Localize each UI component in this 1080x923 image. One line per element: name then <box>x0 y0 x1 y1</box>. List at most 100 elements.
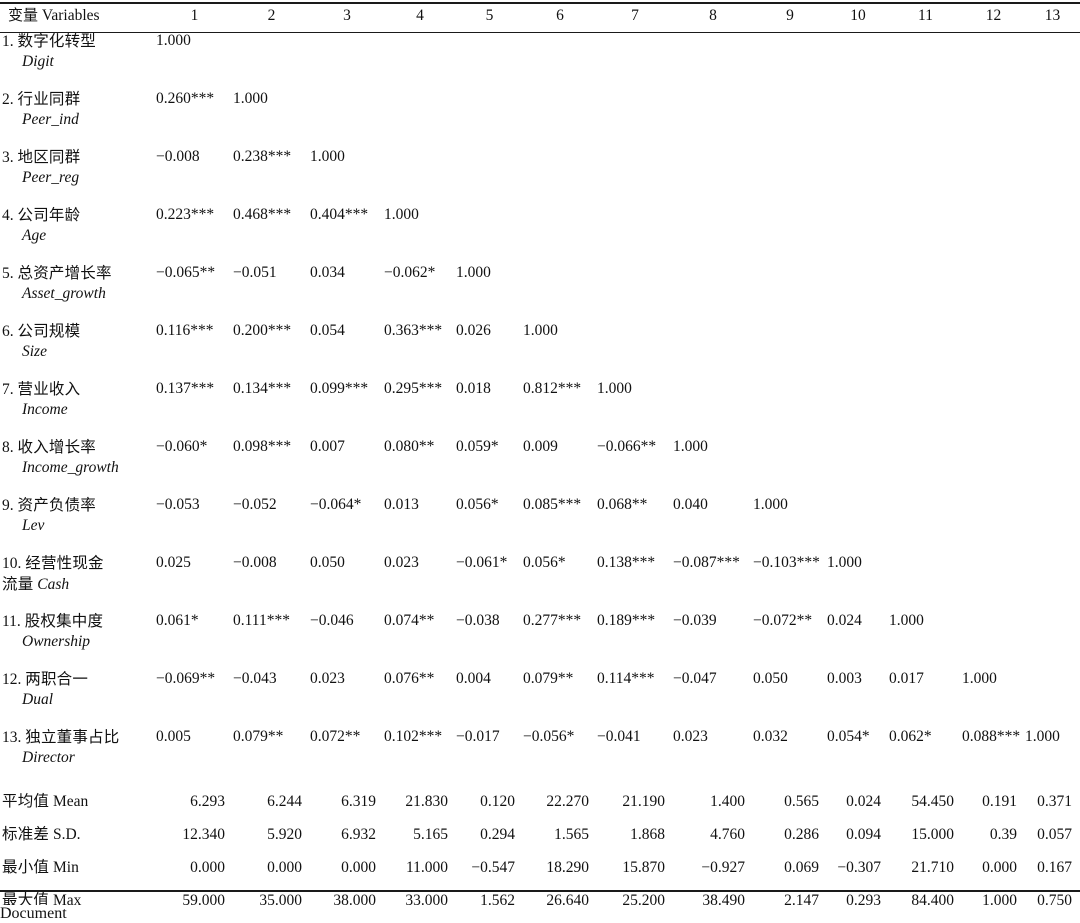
corr-value-r4-c13 <box>1025 205 1080 263</box>
corr-value-r5-c4: −0.062* <box>384 264 436 281</box>
corr-value-r4-c8 <box>673 205 753 263</box>
row-label: 3. 地区同群 Peer_reg <box>0 147 156 205</box>
corr-value-r2-c3 <box>310 89 384 147</box>
table-row: 6. 公司规模 Size 0.116*** 0.200*** 0.054 0.363***… <box>0 321 1080 379</box>
corr-value-r6-c2: 0.200*** <box>233 322 292 339</box>
corr-value-r9-c10 <box>827 495 889 553</box>
corr-value-r3-c11 <box>889 147 962 205</box>
row-label-en: Income <box>22 401 68 419</box>
header-col-13: 13 <box>1044 7 1061 24</box>
row-label-line2: Lev <box>2 516 156 536</box>
table-header: 变量 Variables 1 2 3 4 5 6 7 8 9 10 11 12 … <box>0 0 1080 31</box>
row-label: 1. 数字化转型 Digit <box>0 31 156 89</box>
corr-value-r13-c4: 0.102*** <box>384 728 443 745</box>
table-row: 10. 经营性现金 流量 Cash 0.025 −0.008 0.050 0.023 −0.… <box>0 553 1080 611</box>
table-row: 12. 两职合一 Dual −0.069** −0.043 0.023 0.076** 0.… <box>0 669 1080 727</box>
stat-value-max-c13: 0.750 <box>1037 892 1072 905</box>
corr-value-r6-c13 <box>1025 321 1080 379</box>
corr-value-r12-c7: 0.114*** <box>597 670 655 687</box>
corr-value-r4-c3: 0.404*** <box>310 206 369 223</box>
stat-value-min-c13: 0.167 <box>1037 859 1072 876</box>
corr-value-r4-c1: 0.223*** <box>156 206 215 223</box>
stat-value-max-c10: 0.293 <box>846 892 881 905</box>
row-label: 9. 资产负债率 Lev <box>0 495 156 553</box>
corr-value-r3-c9 <box>753 147 827 205</box>
row-label-line1: 3. 地区同群 <box>2 148 81 166</box>
row-index: 11. <box>2 613 21 630</box>
row-label-line1: 2. 行业同群 <box>2 90 81 108</box>
corr-value-r1-c12 <box>962 31 1025 89</box>
corr-value-r13-c2: 0.079** <box>233 728 284 745</box>
stat-label-cn: 最大值 <box>2 891 50 905</box>
corr-value-r6-c6: 1.000 <box>523 322 558 339</box>
corr-value-r11-c2: 0.111*** <box>233 612 290 629</box>
row-label-cn: 独立董事占比 <box>25 728 120 746</box>
row-label-cn: 总资产增长率 <box>17 264 112 282</box>
corr-value-r7-c3: 0.099*** <box>310 380 369 397</box>
table-body: 1. 数字化转型 Digit 1.000 2. 行业同群 Peer_ind 0.260**… <box>0 31 1080 905</box>
row-label-cn: 行业同群 <box>17 90 81 108</box>
corr-value-r3-c3: 1.000 <box>310 148 345 165</box>
corr-value-r12-c10: 0.003 <box>827 670 862 687</box>
corr-value-r6-c11 <box>889 321 962 379</box>
row-index: 10. <box>2 555 22 572</box>
stat-value-mean-c12: 0.191 <box>982 793 1017 810</box>
stat-value-sd-c6: 1.565 <box>554 826 589 843</box>
corr-value-r12-c13 <box>1025 669 1080 727</box>
row-label-cn: 地区同群 <box>17 148 81 166</box>
table-row: 1. 数字化转型 Digit 1.000 <box>0 31 1080 89</box>
corr-value-r6-c7 <box>597 321 673 379</box>
stat-label-en: Mean <box>52 793 89 810</box>
row-label-line1: 5. 总资产增长率 <box>2 264 112 282</box>
corr-value-r8-c4: 0.080** <box>384 438 435 455</box>
row-label: 10. 经营性现金流量 Cash <box>0 553 156 611</box>
row-label-line2: 流量 Cash <box>2 574 156 595</box>
row-label-line1: 10. 经营性现金 <box>2 554 104 572</box>
stat-row: 平均值 Mean 6.293 6.244 6.319 21.830 0.120 22.270… <box>0 785 1080 818</box>
corr-value-r13-c10: 0.054* <box>827 728 870 745</box>
corr-value-r12-c2: −0.043 <box>233 670 277 687</box>
stat-value-sd-c2: 5.920 <box>267 826 302 843</box>
corr-value-r5-c1: −0.065** <box>156 264 216 281</box>
corr-value-r2-c2: 1.000 <box>233 90 268 107</box>
corr-value-r13-c7: −0.041 <box>597 728 641 745</box>
corr-value-r12-c6: 0.079** <box>523 670 574 687</box>
corr-value-r2-c12 <box>962 89 1025 147</box>
corr-value-r9-c4: 0.013 <box>384 496 419 513</box>
corr-value-r2-c5 <box>456 89 523 147</box>
row-label-line1: 7. 营业收入 <box>2 380 80 398</box>
header-col-4: 4 <box>416 7 424 24</box>
row-label-line1: 13. 独立董事占比 <box>2 728 120 746</box>
header-col-3: 3 <box>343 7 351 24</box>
corr-value-r5-c2: −0.051 <box>233 264 277 281</box>
stat-value-min-c8: −0.927 <box>701 859 745 876</box>
stat-value-min-c9: 0.069 <box>784 859 819 876</box>
row-label-line2: Peer_reg <box>2 168 156 188</box>
stat-value-sd-c9: 0.286 <box>784 826 819 843</box>
corr-value-r9-c13 <box>1025 495 1080 553</box>
corr-value-r11-c3: −0.046 <box>310 612 354 629</box>
corr-value-r9-c5: 0.056* <box>456 496 499 513</box>
row-index: 6. <box>2 323 14 340</box>
header-col-5: 5 <box>485 7 494 24</box>
corr-value-r9-c11 <box>889 495 962 553</box>
corr-value-r9-c2: −0.052 <box>233 496 277 513</box>
row-label-en: Cash <box>37 576 70 594</box>
stat-value-max-c3: 38.000 <box>333 892 376 905</box>
table-row: 9. 资产负债率 Lev −0.053 −0.052 −0.064* 0.013 0.056… <box>0 495 1080 553</box>
row-label-line1: 1. 数字化转型 <box>2 32 96 50</box>
stat-label: 最大值 Max <box>0 884 156 905</box>
row-index: 4. <box>2 207 14 224</box>
corr-value-r8-c10 <box>827 437 889 495</box>
corr-value-r5-c10 <box>827 263 889 321</box>
corr-value-r11-c1: 0.061* <box>156 612 199 629</box>
row-label-cn: 收入增长率 <box>17 438 97 456</box>
corr-value-r7-c4: 0.295*** <box>384 380 443 397</box>
stat-value-min-c7: 15.870 <box>622 859 665 876</box>
row-label-line2: Income <box>2 400 156 420</box>
corr-value-r13-c3: 0.072** <box>310 728 361 745</box>
corr-value-r9-c1: −0.053 <box>156 496 200 513</box>
stat-value-sd-c10: 0.094 <box>846 826 881 843</box>
corr-value-r12-c1: −0.069** <box>156 670 216 687</box>
corr-value-r6-c12 <box>962 321 1025 379</box>
